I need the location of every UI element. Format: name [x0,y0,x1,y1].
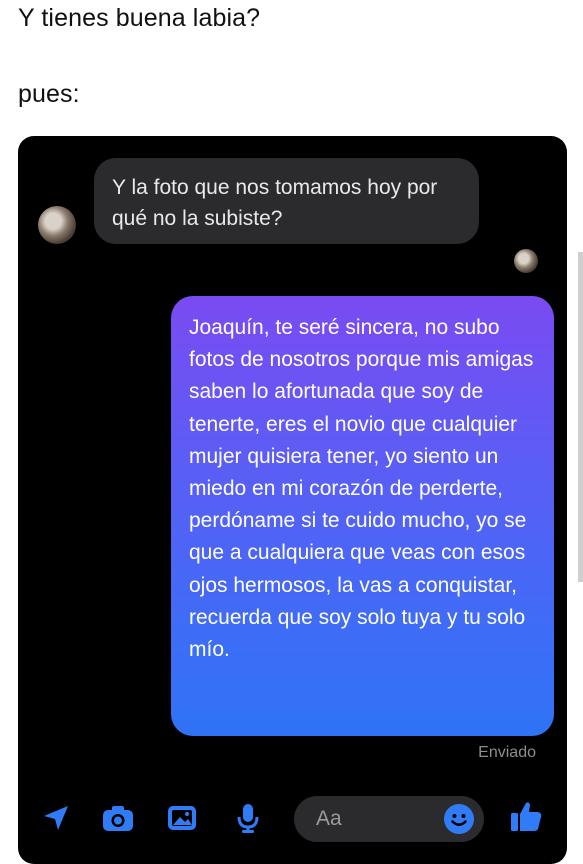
microphone-icon[interactable] [230,800,266,836]
message-input[interactable]: Aa [294,796,484,842]
image-icon[interactable] [164,800,200,836]
camera-icon[interactable] [100,800,136,836]
caption-question: Y tienes buena labia? [18,4,261,32]
outgoing-message-bubble: Joaquín, te seré sincera, no subo fotos … [171,296,554,736]
sent-status: Enviado [478,744,536,761]
incoming-message-bubble: Y la foto que nos tomamos hoy por qué no… [94,158,479,244]
thumbs-up-icon[interactable] [508,798,544,834]
emoji-icon[interactable] [444,804,474,834]
contact-avatar[interactable] [38,206,76,244]
message-toolbar: Aa [18,786,567,846]
chat-screenshot: Y la foto que nos tomamos hoy por qué no… [18,136,567,864]
caption-answer: pues: [18,80,80,108]
send-location-icon[interactable] [38,800,74,836]
page-scrollbar[interactable] [578,252,583,582]
seen-avatar [514,249,538,273]
message-input-placeholder: Aa [316,807,342,830]
